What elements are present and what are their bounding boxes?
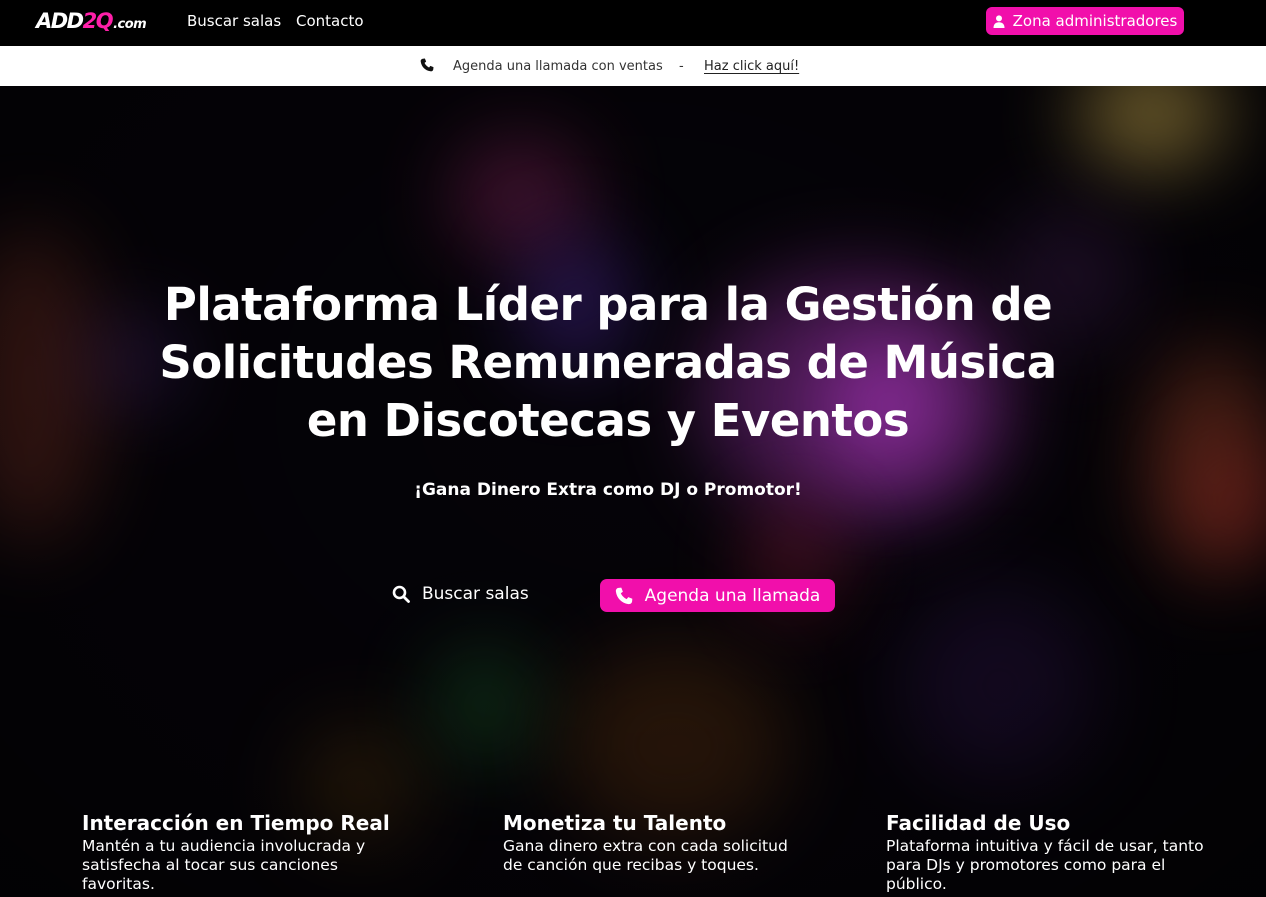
feature-text: Plataforma intuitiva y fácil de usar, ta… (886, 837, 1204, 893)
sales-call-bar: Agenda una llamada con ventas - Haz clic… (0, 46, 1266, 86)
feature-title: Facilidad de Uso (886, 811, 1071, 835)
nav-link-buscar-salas[interactable]: Buscar salas (187, 12, 281, 30)
top-navbar: ADD 2Q .com Buscar salas Contacto Zona a… (0, 0, 1266, 46)
hero-subtitle: ¡Gana Dinero Extra como DJ o Promotor! (414, 480, 802, 500)
schedule-call-label: Agenda una llamada (644, 585, 821, 606)
hero-search-label: Buscar salas (422, 584, 529, 604)
feature-card: Facilidad de Uso Plataforma intuitiva y … (886, 810, 1226, 894)
sales-call-text: Agenda una llamada con ventas (453, 59, 663, 74)
user-icon (993, 14, 1005, 28)
phone-icon (420, 58, 434, 72)
separator: - (679, 59, 684, 74)
admin-zone-button[interactable]: Zona administradores (986, 7, 1184, 35)
schedule-call-button[interactable]: Agenda una llamada (600, 579, 835, 612)
search-icon (392, 585, 410, 603)
brand-logo[interactable]: ADD 2Q .com (36, 9, 147, 35)
feature-title: Interacción en Tiempo Real (82, 811, 390, 835)
nav-link-contacto[interactable]: Contacto (296, 12, 364, 30)
logo-accent-text: 2Q (82, 9, 114, 33)
hero-title: Plataforma Líder para la Gestión de Soli… (159, 278, 1057, 447)
feature-text: Mantén a tu audiencia involucrada y sati… (82, 837, 366, 893)
sales-call-link[interactable]: Haz click aquí! (704, 59, 799, 74)
logo-main-text: ADD (36, 9, 84, 33)
hero-search-rooms-button[interactable]: Buscar salas (392, 584, 529, 604)
feature-text: Gana dinero extra con cada solicitud de … (503, 837, 788, 874)
feature-card: Monetiza tu Talento Gana dinero extra co… (503, 810, 803, 875)
feature-card: Interacción en Tiempo Real Mantén a tu a… (82, 810, 402, 894)
admin-zone-label: Zona administradores (1012, 12, 1178, 30)
hero-section: Plataforma Líder para la Gestión de Soli… (0, 86, 1266, 897)
logo-domain-text: .com (113, 17, 147, 32)
phone-icon (615, 587, 632, 604)
feature-title: Monetiza tu Talento (503, 811, 727, 835)
